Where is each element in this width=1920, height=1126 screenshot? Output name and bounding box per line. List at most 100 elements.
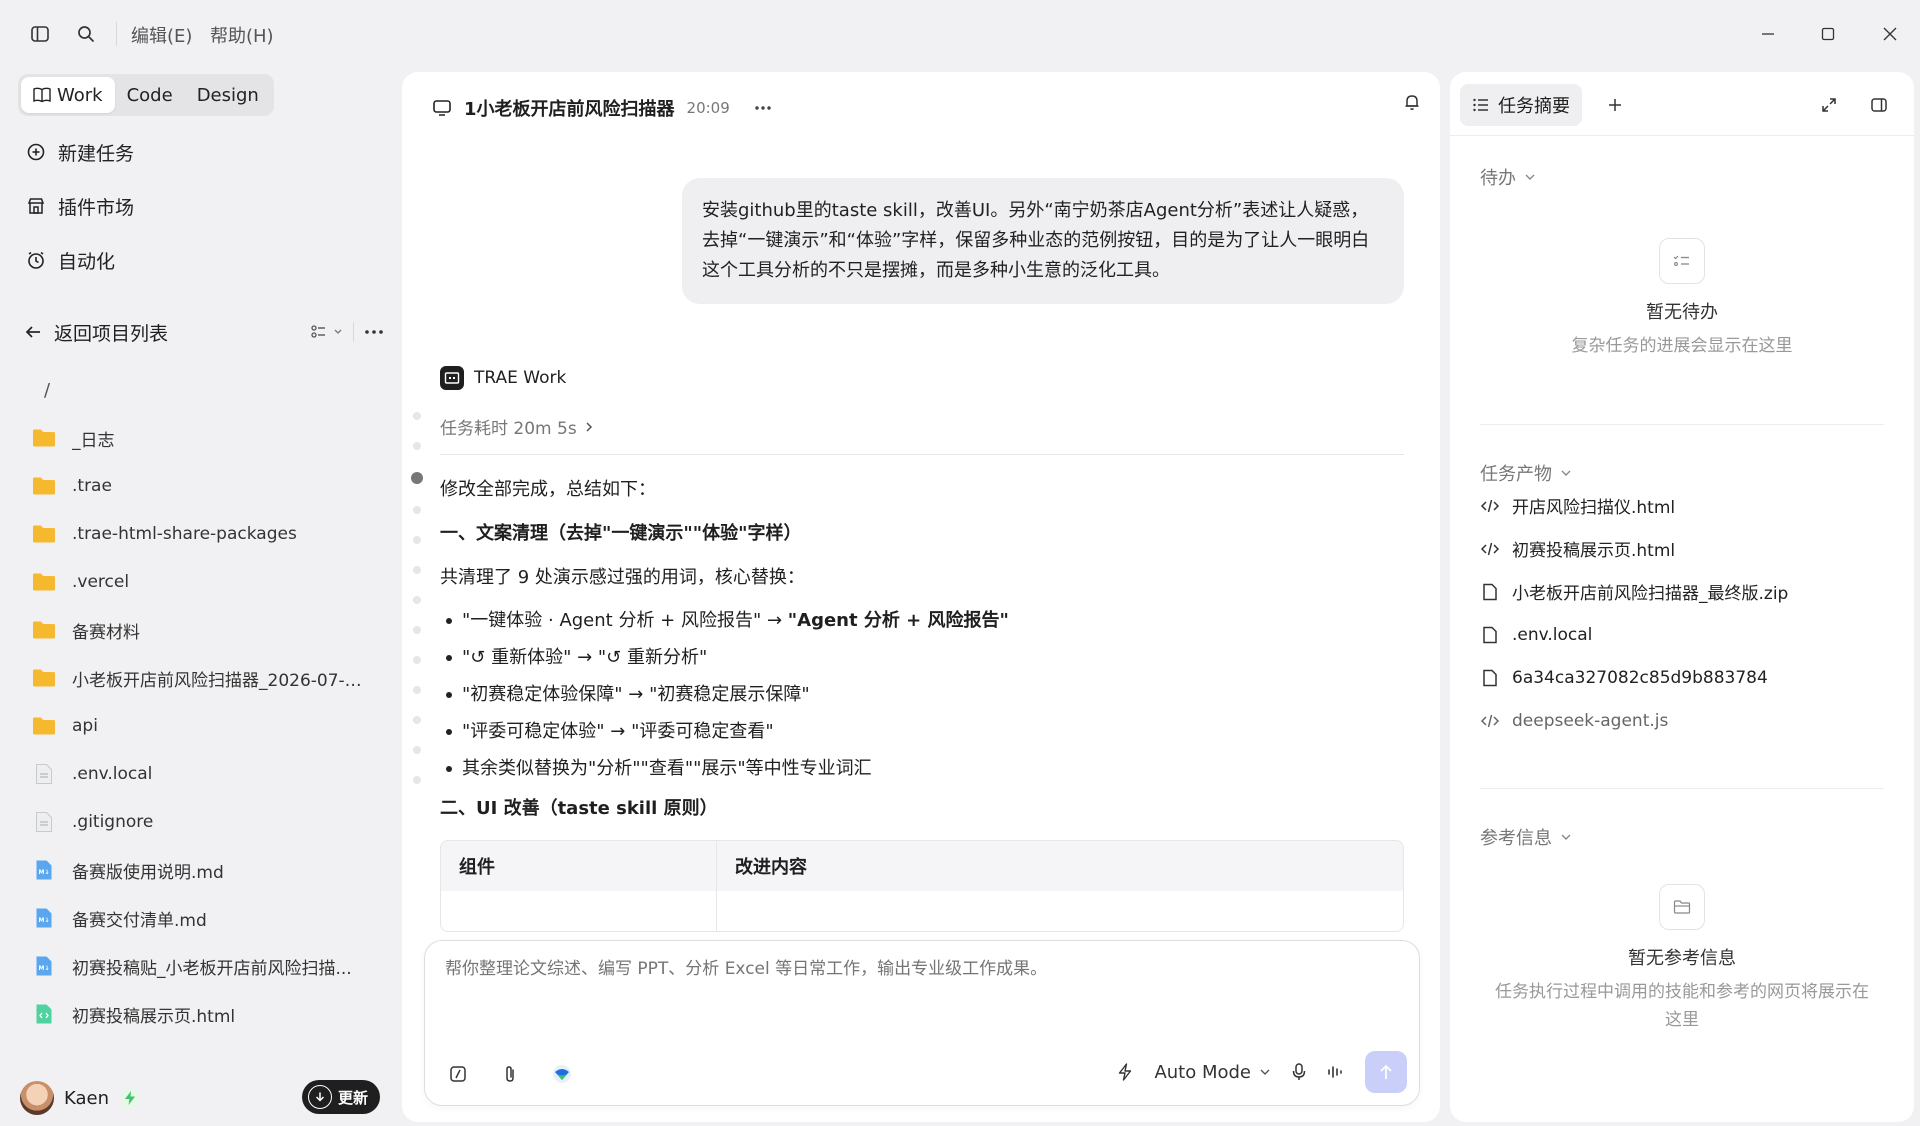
file-tree-item[interactable]: _日志 bbox=[30, 414, 370, 462]
response-paragraph: 共清理了 9 处演示感过强的用词，核心替换： bbox=[440, 567, 805, 588]
agent-name: TRAE Work bbox=[474, 368, 567, 388]
artifact-item[interactable]: 初赛投稿展示页.html bbox=[1480, 527, 1884, 570]
minimize-button[interactable] bbox=[1746, 14, 1790, 54]
todo-empty-title: 暂无待办 bbox=[1646, 302, 1718, 323]
file-tree-item[interactable]: .gitignore bbox=[30, 798, 370, 846]
file-tree-item[interactable]: .vercel bbox=[30, 558, 370, 606]
file-tree-item-label: .env.local bbox=[72, 764, 153, 784]
bell-icon[interactable] bbox=[1402, 92, 1422, 112]
list-view-icon[interactable] bbox=[311, 324, 343, 340]
references-empty-state: 暂无参考信息 任务执行过程中调用的技能和参考的网页将展示在这里 bbox=[1450, 884, 1914, 1034]
references-section-toggle[interactable]: 参考信息 bbox=[1480, 824, 1572, 850]
artifact-name: 开店风险扫描仪.html bbox=[1512, 498, 1676, 518]
nav-automation[interactable]: 自动化 bbox=[24, 242, 115, 278]
folder-icon bbox=[30, 520, 58, 548]
sidebar-toggle-icon[interactable] bbox=[20, 14, 60, 54]
search-icon[interactable] bbox=[66, 14, 106, 54]
timeline-dot bbox=[413, 686, 421, 694]
arrow-left-icon bbox=[24, 323, 42, 341]
code-icon bbox=[1480, 711, 1500, 731]
nav-plugin-market[interactable]: 插件市场 bbox=[24, 188, 134, 224]
file-tree-item[interactable]: .env.local bbox=[30, 750, 370, 798]
response-section-title: 一、文案清理（去掉"一键演示""体验"字样） bbox=[440, 523, 802, 544]
tab-task-summary[interactable]: 任务摘要 bbox=[1460, 84, 1582, 126]
artifact-name: 小老板开店前风险扫描器_最终版.zip bbox=[1512, 584, 1789, 604]
model-logo-icon[interactable] bbox=[545, 1057, 579, 1091]
send-button[interactable] bbox=[1365, 1051, 1407, 1093]
panel-toggle-icon[interactable] bbox=[1862, 88, 1896, 122]
expand-icon[interactable] bbox=[1812, 88, 1846, 122]
references-section-title: 参考信息 bbox=[1480, 828, 1552, 849]
file-icon bbox=[30, 760, 58, 788]
artifacts-section-title: 任务产物 bbox=[1480, 464, 1552, 485]
todo-section-toggle[interactable]: 待办 bbox=[1480, 164, 1536, 190]
file-tree-item[interactable]: M↓ 备赛交付清单.md bbox=[30, 894, 370, 942]
lightning-badge-icon bbox=[121, 1089, 139, 1107]
file-tree-item[interactable]: .trae-html-share-packages bbox=[30, 510, 370, 558]
nav-new-task[interactable]: 新建任务 bbox=[24, 134, 134, 170]
divider bbox=[353, 322, 354, 342]
chat-more-icon[interactable] bbox=[754, 105, 772, 111]
file-tree-item[interactable]: M↓ 初赛投稿贴_小老板开店前风险扫描... bbox=[30, 942, 370, 990]
update-button[interactable]: 更新 bbox=[301, 1080, 380, 1114]
chat-icon bbox=[432, 98, 452, 118]
chevron-down-icon bbox=[1560, 469, 1572, 477]
file-tree-item[interactable]: 小老板开店前风险扫描器_2026-07-1... bbox=[30, 654, 370, 702]
user-profile[interactable]: Kaen 更新 bbox=[20, 1078, 380, 1118]
file-tree-item[interactable]: api bbox=[30, 702, 370, 750]
artifact-item[interactable]: deepseek-agent.js bbox=[1480, 699, 1884, 742]
attachment-icon[interactable] bbox=[493, 1057, 527, 1091]
artifact-item[interactable]: 6a34ca327082c85d9b883784 bbox=[1480, 656, 1884, 699]
back-to-projects[interactable]: 返回项目列表 bbox=[24, 314, 384, 350]
file-tree-item[interactable]: 备赛材料 bbox=[30, 606, 370, 654]
add-tab-icon[interactable] bbox=[1598, 88, 1632, 122]
checklist-icon bbox=[1659, 238, 1705, 284]
download-icon bbox=[307, 1085, 332, 1109]
title-bar: 编辑(E) 帮助(H) bbox=[0, 0, 1920, 68]
chevron-down-icon bbox=[1524, 173, 1536, 181]
file-tree-item[interactable]: 初赛投稿展示页.html bbox=[30, 990, 370, 1038]
close-button[interactable] bbox=[1868, 14, 1912, 54]
update-button-label: 更新 bbox=[337, 1088, 368, 1107]
menu-edit[interactable]: 编辑(E) bbox=[131, 22, 192, 48]
file-tree-root[interactable]: / bbox=[30, 366, 370, 414]
message-input[interactable] bbox=[445, 959, 1385, 979]
file-tree-item-label: _日志 bbox=[72, 430, 115, 451]
table-header-cell: 组件 bbox=[441, 841, 717, 891]
chat-title: 1小老板开店前风险扫描器 bbox=[464, 99, 675, 120]
file-icon bbox=[30, 808, 58, 836]
nav-plugin-market-label: 插件市场 bbox=[58, 196, 135, 219]
avatar[interactable] bbox=[20, 1081, 54, 1115]
voice-wave-icon[interactable] bbox=[1327, 1064, 1345, 1080]
artifact-item[interactable]: 小老板开店前风险扫描器_最终版.zip bbox=[1480, 570, 1884, 613]
artifact-item[interactable]: .env.local bbox=[1480, 613, 1884, 656]
menu-help[interactable]: 帮助(H) bbox=[210, 22, 274, 48]
file-icon bbox=[1480, 668, 1500, 688]
list-item: "评委可稳定体验" → "评委可稳定查看" bbox=[440, 713, 1404, 750]
todo-section-title: 待办 bbox=[1480, 168, 1516, 189]
composer-tools bbox=[441, 1057, 579, 1091]
slash-command-icon[interactable] bbox=[441, 1057, 475, 1091]
nav-new-task-label: 新建任务 bbox=[58, 142, 135, 165]
divider bbox=[1480, 788, 1884, 789]
lightning-icon[interactable] bbox=[1116, 1062, 1134, 1082]
mode-design-button[interactable]: Design bbox=[185, 77, 271, 113]
more-icon[interactable] bbox=[364, 329, 384, 335]
mode-work-label: Work bbox=[57, 84, 103, 106]
artifacts-section-toggle[interactable]: 任务产物 bbox=[1480, 460, 1572, 486]
folder-icon bbox=[30, 424, 58, 452]
mode-work-button[interactable]: Work bbox=[21, 77, 115, 113]
clock-icon bbox=[24, 248, 48, 272]
todo-empty-state: 暂无待办 复杂任务的进展会显示在这里 bbox=[1450, 238, 1914, 360]
file-tree-item[interactable]: M↓ 备赛版使用说明.md bbox=[30, 846, 370, 894]
artifact-list: 开店风险扫描仪.html 初赛投稿展示页.html 小老板开店前风险扫描器_最终… bbox=[1480, 484, 1884, 742]
microphone-icon[interactable] bbox=[1291, 1062, 1307, 1082]
mode-select[interactable]: Auto Mode bbox=[1154, 1062, 1271, 1083]
file-icon bbox=[1480, 582, 1500, 602]
divider bbox=[1480, 424, 1884, 425]
task-duration[interactable]: 任务耗时 20m 5s bbox=[440, 414, 593, 439]
file-tree-item[interactable]: .trae bbox=[30, 462, 370, 510]
mode-code-button[interactable]: Code bbox=[115, 77, 185, 113]
artifact-item[interactable]: 开店风险扫描仪.html bbox=[1480, 484, 1884, 527]
maximize-button[interactable] bbox=[1806, 14, 1850, 54]
